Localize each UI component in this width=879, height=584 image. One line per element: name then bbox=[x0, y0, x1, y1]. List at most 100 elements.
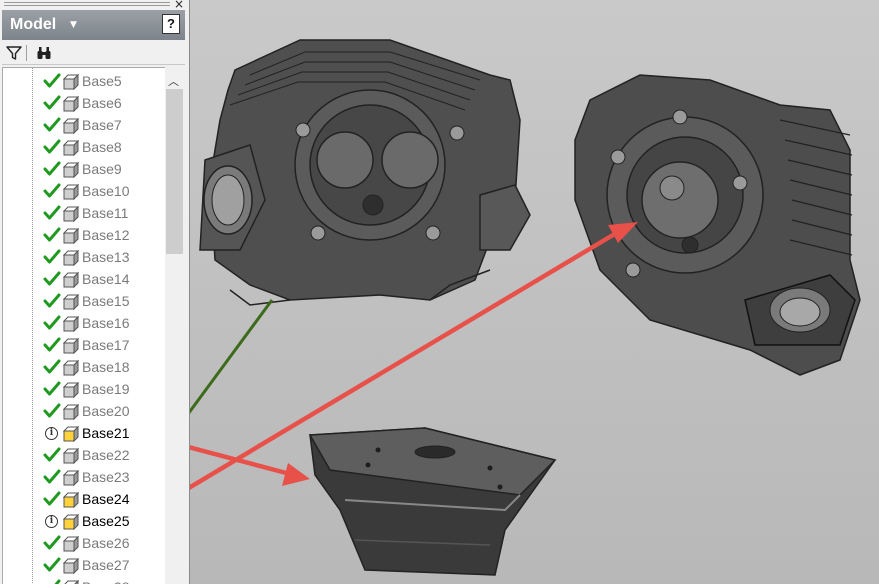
tree-item[interactable]: Base18 bbox=[3, 356, 163, 378]
cylinder-head-part-left[interactable] bbox=[199, 39, 531, 306]
model-browser-panel: × Model ▼ ? Base5 Base6 Base7 Base8 Base9 Bas… bbox=[0, 0, 190, 584]
tree-item-label: Base21 bbox=[82, 425, 130, 441]
checkmark-icon bbox=[43, 337, 61, 352]
checkmark-icon bbox=[43, 161, 61, 176]
fixture-part-bottom[interactable] bbox=[308, 427, 557, 576]
part-cube-icon bbox=[63, 228, 79, 244]
part-cube-icon bbox=[63, 338, 79, 354]
part-cube-icon bbox=[63, 162, 79, 178]
tree-item[interactable]: Base11 bbox=[3, 202, 163, 224]
help-button[interactable]: ? bbox=[162, 14, 180, 34]
tree-item-label: Base14 bbox=[82, 271, 130, 287]
scrollbar-thumb[interactable] bbox=[166, 89, 183, 254]
tree-item[interactable]: Base23 bbox=[3, 466, 163, 488]
tree-item-label: Base13 bbox=[82, 249, 130, 265]
tree-item-label: Base5 bbox=[82, 73, 122, 89]
chevron-down-icon[interactable]: ▼ bbox=[70, 20, 77, 30]
tree-item[interactable]: Base12 bbox=[3, 224, 163, 246]
checkmark-icon bbox=[43, 557, 61, 572]
part-cube-icon bbox=[63, 492, 79, 508]
info-icon[interactable]: i bbox=[45, 427, 58, 440]
tree-item[interactable]: Base19 bbox=[3, 378, 163, 400]
tree-item[interactable]: i Base25 bbox=[3, 510, 163, 532]
part-cube-icon bbox=[63, 426, 79, 442]
tree-item[interactable]: Base20 bbox=[3, 400, 163, 422]
tree-item[interactable]: Base5 bbox=[3, 70, 163, 92]
tree-item[interactable]: Base16 bbox=[3, 312, 163, 334]
checkmark-icon bbox=[43, 381, 61, 396]
tree-item-label: Base27 bbox=[82, 557, 130, 573]
filter-icon[interactable] bbox=[6, 45, 22, 61]
tree-item-label: Base28 bbox=[82, 579, 129, 584]
checkmark-icon bbox=[43, 139, 61, 154]
tree-item[interactable]: Base9 bbox=[3, 158, 163, 180]
tree-item-label: Base15 bbox=[82, 293, 130, 309]
info-icon[interactable]: i bbox=[45, 515, 58, 528]
panel-drag-grip[interactable] bbox=[2, 0, 172, 8]
checkmark-icon bbox=[43, 205, 61, 220]
tree-item-label: Base25 bbox=[82, 513, 130, 529]
tree-item-label: Base26 bbox=[82, 535, 130, 551]
binoculars-icon[interactable] bbox=[36, 45, 52, 61]
browser-toolbar bbox=[2, 42, 185, 65]
part-cube-icon bbox=[64, 580, 79, 584]
checkmark-icon bbox=[43, 117, 61, 132]
part-cube-icon bbox=[63, 404, 79, 420]
part-cube-icon bbox=[63, 96, 79, 112]
scroll-up-icon[interactable]: ︿ bbox=[168, 73, 179, 89]
checkmark-icon bbox=[43, 535, 61, 550]
tree-item[interactable]: Base10 bbox=[3, 180, 163, 202]
part-cube-icon bbox=[63, 514, 79, 530]
checkmark-icon bbox=[43, 95, 61, 110]
part-cube-icon bbox=[63, 250, 79, 266]
part-cube-icon bbox=[63, 294, 79, 310]
checkmark-icon bbox=[43, 183, 61, 198]
checkmark-icon bbox=[43, 469, 61, 484]
part-cube-icon bbox=[63, 184, 79, 200]
toolbar-separator bbox=[26, 45, 27, 61]
tree-item[interactable]: Base24 bbox=[3, 488, 163, 510]
tree-item[interactable]: Base6 bbox=[3, 92, 163, 114]
part-cube-icon bbox=[63, 272, 79, 288]
part-cube-icon bbox=[63, 448, 79, 464]
part-cube-icon bbox=[63, 536, 79, 552]
tree-item[interactable]: Base22 bbox=[3, 444, 163, 466]
checkmark-icon bbox=[43, 249, 61, 264]
tree-item[interactable]: i Base21 bbox=[3, 422, 163, 444]
checkmark-icon bbox=[43, 271, 61, 286]
tree-item[interactable]: Base13 bbox=[3, 246, 163, 268]
3d-viewport[interactable] bbox=[190, 0, 879, 584]
part-cube-icon bbox=[63, 74, 79, 90]
tree-item[interactable]: Base17 bbox=[3, 334, 163, 356]
part-cube-icon bbox=[63, 558, 79, 574]
checkmark-icon bbox=[43, 447, 61, 462]
tree-item[interactable]: Base7 bbox=[3, 114, 163, 136]
checkmark-icon bbox=[43, 293, 61, 308]
tree-item[interactable]: Base26 bbox=[3, 532, 163, 554]
tree-item-label: Base7 bbox=[82, 117, 122, 133]
tree-item-label: Base17 bbox=[82, 337, 130, 353]
checkmark-icon bbox=[43, 359, 61, 374]
tree-item-label: Base20 bbox=[82, 403, 130, 419]
tree-item-label: Base23 bbox=[82, 469, 130, 485]
part-cube-icon bbox=[63, 470, 79, 486]
tree-item-label: Base12 bbox=[82, 227, 130, 243]
tree-item[interactable]: Base28 bbox=[3, 576, 163, 584]
tree-item[interactable]: Base27 bbox=[3, 554, 163, 576]
tree-item-label: Base6 bbox=[82, 95, 122, 111]
panel-title[interactable]: Model bbox=[10, 16, 56, 34]
checkmark-icon bbox=[43, 227, 61, 242]
tree-item-label: Base9 bbox=[82, 161, 122, 177]
tree-item[interactable]: Base14 bbox=[3, 268, 163, 290]
viewport-canvas bbox=[190, 39, 861, 576]
tree-item-label: Base22 bbox=[82, 447, 130, 463]
tree-item[interactable]: Base15 bbox=[3, 290, 163, 312]
checkmark-icon bbox=[43, 403, 61, 418]
part-cube-icon bbox=[63, 140, 79, 156]
checkmark-icon bbox=[43, 73, 61, 88]
part-cube-icon bbox=[63, 360, 79, 376]
tree-item[interactable]: Base8 bbox=[3, 136, 163, 158]
checkmark-icon bbox=[43, 315, 61, 330]
tree-scrollbar[interactable]: ︿ bbox=[165, 67, 185, 584]
model-tree: Base5 Base6 Base7 Base8 Base9 Base10 Base11 Bas… bbox=[2, 67, 166, 584]
